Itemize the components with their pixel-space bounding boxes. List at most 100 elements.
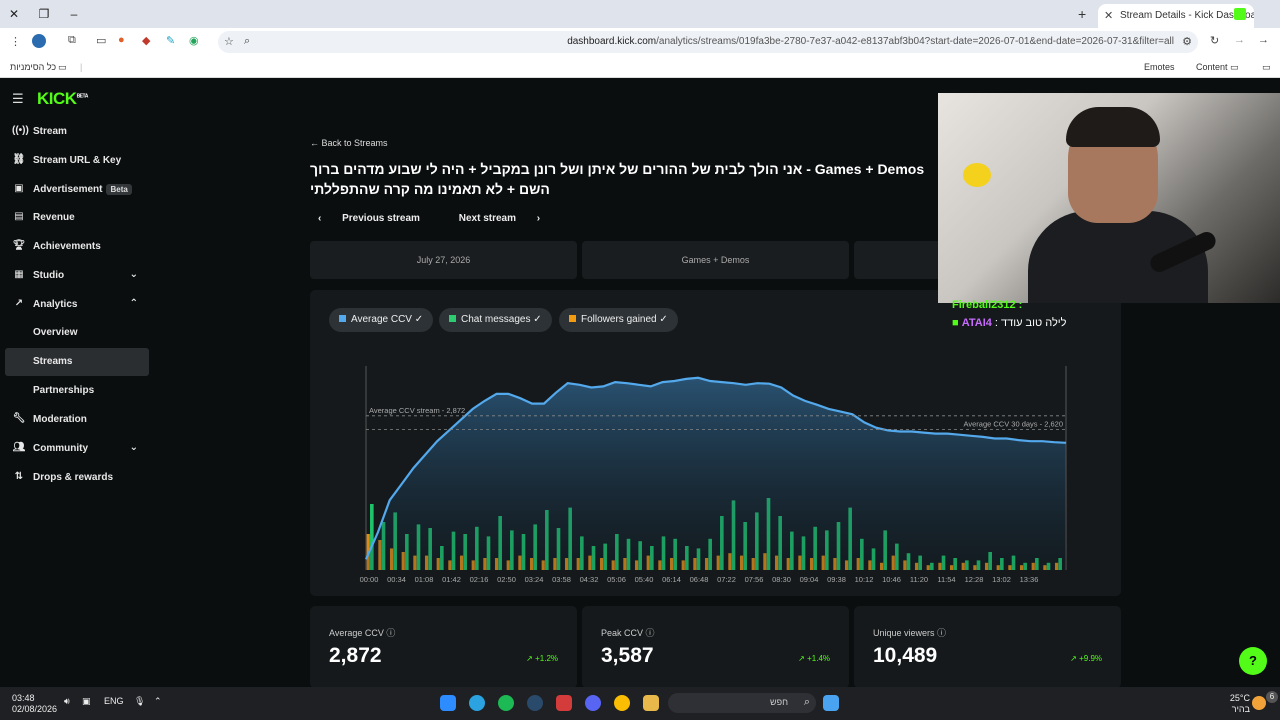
sidebar-item-partnerships[interactable]: Partnerships [0, 378, 152, 404]
menu-dots-icon[interactable]: ⋮ [10, 35, 21, 48]
start-icon[interactable] [440, 695, 456, 711]
mic-icon[interactable]: 🎙︎ [134, 696, 145, 707]
stream-chart: Average CCV stream - 2,872 Average CCV 30… [360, 366, 1067, 584]
profile-avatar-icon[interactable] [32, 34, 46, 48]
chevron-down-icon: ⌄ [129, 442, 138, 453]
extension-orange-icon[interactable]: ● [118, 34, 125, 46]
x-tick-label: 10:12 [855, 575, 874, 584]
stat-change: ↗ +9.9% [1070, 654, 1102, 663]
info-icon[interactable]: ⓘ [386, 628, 395, 638]
reference-line-label: Average CCV stream - 2,872 [369, 406, 465, 415]
url-field[interactable]: ☆ ⌕ dashboard.kick.com/analytics/streams… [218, 31, 1198, 53]
chat-line: ■ ATAI4 : לילה טוב עודד [952, 317, 1067, 329]
sidebar-item-streams[interactable]: Streams [5, 348, 149, 376]
webcam-overlay [938, 93, 1280, 303]
filter-average-ccv[interactable]: Average CCV ✓ [329, 308, 434, 332]
clock[interactable]: 03:48 02/08/2026 [12, 693, 57, 715]
extension-green-icon[interactable]: ◉ [189, 34, 199, 47]
notification-badge[interactable]: 6 [1266, 691, 1278, 703]
sidebar-item-moderation[interactable]: 🔧︎ Moderation [0, 407, 152, 433]
discord-icon[interactable] [585, 695, 601, 711]
browser-tab-bar: ✕ ❐ – + ✕ Stream Details - Kick Dashboar… [0, 0, 1280, 28]
next-stream-button[interactable]: Next stream › [459, 213, 558, 224]
sidebar-item-stream[interactable]: ((•)) Stream [0, 119, 152, 145]
x-tick-label: 05:40 [635, 575, 654, 584]
extensions-icon[interactable]: ⧉ [68, 34, 76, 47]
trophy-icon: 🏆︎ [12, 240, 26, 251]
bookmark-content[interactable]: Content [1196, 62, 1228, 72]
x-tick-label: 11:54 [937, 575, 955, 584]
bookmark-star-icon[interactable]: ☆ [224, 35, 234, 48]
back-to-streams-link[interactable]: ← Back to Streams [310, 138, 388, 148]
extension-red-icon[interactable]: ◆ [142, 34, 150, 47]
taskbar-search[interactable]: חפש ⌕ [668, 693, 816, 713]
sidebar-item-analytics[interactable]: ↗ Analytics ⌃ [0, 292, 152, 318]
folder-icon: ▭ [1262, 62, 1271, 72]
average-ccv-area [366, 377, 1066, 570]
tab-close-icon[interactable]: ✕ [1104, 9, 1113, 22]
url-host: dashboard.kick.com [567, 36, 657, 47]
browser-tab[interactable]: ✕ Stream Details - Kick Dashboard [1098, 4, 1254, 28]
url-path: /analytics/streams/019fa3be-2780-7e37-a0… [656, 36, 1174, 47]
window-close-icon[interactable]: ✕ [6, 6, 22, 22]
previous-stream-button[interactable]: ‹ Previous stream [318, 213, 438, 224]
stat-change: ↗ +1.2% [526, 654, 558, 663]
volume-icon[interactable]: 🔊︎ [64, 696, 70, 707]
chrome-icon[interactable] [614, 695, 630, 711]
hamburger-menu-icon[interactable]: ☰ [12, 91, 24, 107]
x-tick-label: 03:58 [552, 575, 571, 584]
x-tick-label: 09:04 [800, 575, 819, 584]
reference-line-label: Average CCV 30 days - 2,620 [963, 419, 1063, 428]
back-icon[interactable]: → [1258, 34, 1269, 46]
reload-icon[interactable]: ↻ [1210, 34, 1219, 47]
sidebar-item-overview[interactable]: Overview [0, 320, 152, 346]
sidebar-item-advertisement[interactable]: ▣ Advertisement Beta [0, 177, 152, 203]
chart-panel: Average CCV ✓ Chat messages ✓ Followers … [310, 290, 1121, 596]
window-restore-icon[interactable]: ❐ [36, 6, 52, 22]
screen-icon[interactable]: ▭ [96, 34, 106, 47]
filter-chat-messages[interactable]: Chat messages ✓ [439, 308, 552, 332]
kick-logo[interactable]: KICKBETA [37, 89, 88, 109]
chevron-up-icon: ⌃ [129, 298, 138, 309]
tray-chevron-icon[interactable]: ⌃ [154, 696, 162, 707]
info-icon[interactable]: ⓘ [646, 628, 655, 638]
steam-icon[interactable] [527, 695, 543, 711]
app-red-icon[interactable] [556, 695, 572, 711]
weather-widget[interactable]: 25°C בהיר [1228, 693, 1250, 715]
community-icon: 👥︎ [12, 442, 26, 453]
windows-start-icon[interactable] [823, 695, 839, 711]
sidebar-item-revenue[interactable]: ▤ Revenue [0, 205, 152, 231]
arrow-left-icon: ← [310, 138, 319, 148]
info-icon[interactable]: ⓘ [937, 628, 946, 638]
stat-value: 2,872 [329, 644, 382, 667]
file-explorer-icon[interactable] [643, 695, 659, 711]
x-tick-label: 02:16 [470, 575, 489, 584]
telegram-icon[interactable] [469, 695, 485, 711]
ad-icon: ▣ [14, 183, 24, 194]
filter-followers-gained[interactable]: Followers gained ✓ [559, 308, 678, 332]
x-tick-label: 13:36 [1020, 575, 1039, 584]
window-minimize-icon[interactable]: – [66, 6, 82, 22]
rubber-duck [963, 163, 991, 187]
beta-badge: Beta [106, 184, 132, 195]
forward-icon[interactable]: → [1234, 34, 1245, 46]
drops-icon: ⇅ [14, 471, 24, 482]
page-title: Games + Demos - אני הולך לבית של ההורים … [310, 161, 925, 197]
extension-blue-icon[interactable]: ✎ [166, 34, 175, 47]
help-chat-button[interactable]: ? [1239, 647, 1267, 675]
new-tab-icon[interactable]: + [1078, 6, 1086, 22]
sidebar-item-studio[interactable]: ▦ Studio ⌄ [0, 263, 152, 289]
chevron-down-icon: ⌄ [129, 269, 138, 280]
sidebar-item-stream-url-key[interactable]: ⛓ Stream URL & Key [0, 148, 152, 174]
language-indicator[interactable]: ENG [104, 696, 124, 706]
x-tick-label: 05:06 [607, 575, 626, 584]
sidebar-item-drops-rewards[interactable]: ⇅ Drops & rewards [0, 465, 152, 491]
spotify-icon[interactable] [498, 695, 514, 711]
all-bookmarks-link[interactable]: כל הסימניות [10, 62, 56, 72]
site-settings-icon[interactable]: ⚙ [1182, 35, 1192, 48]
legend-swatch [449, 315, 456, 322]
network-icon[interactable]: ▣ [82, 696, 91, 707]
sidebar-item-community[interactable]: 👥︎ Community ⌄ [0, 436, 152, 462]
bookmark-emotes[interactable]: Emotes [1144, 62, 1175, 72]
sidebar-item-achievements[interactable]: 🏆︎ Achievements [0, 234, 152, 260]
